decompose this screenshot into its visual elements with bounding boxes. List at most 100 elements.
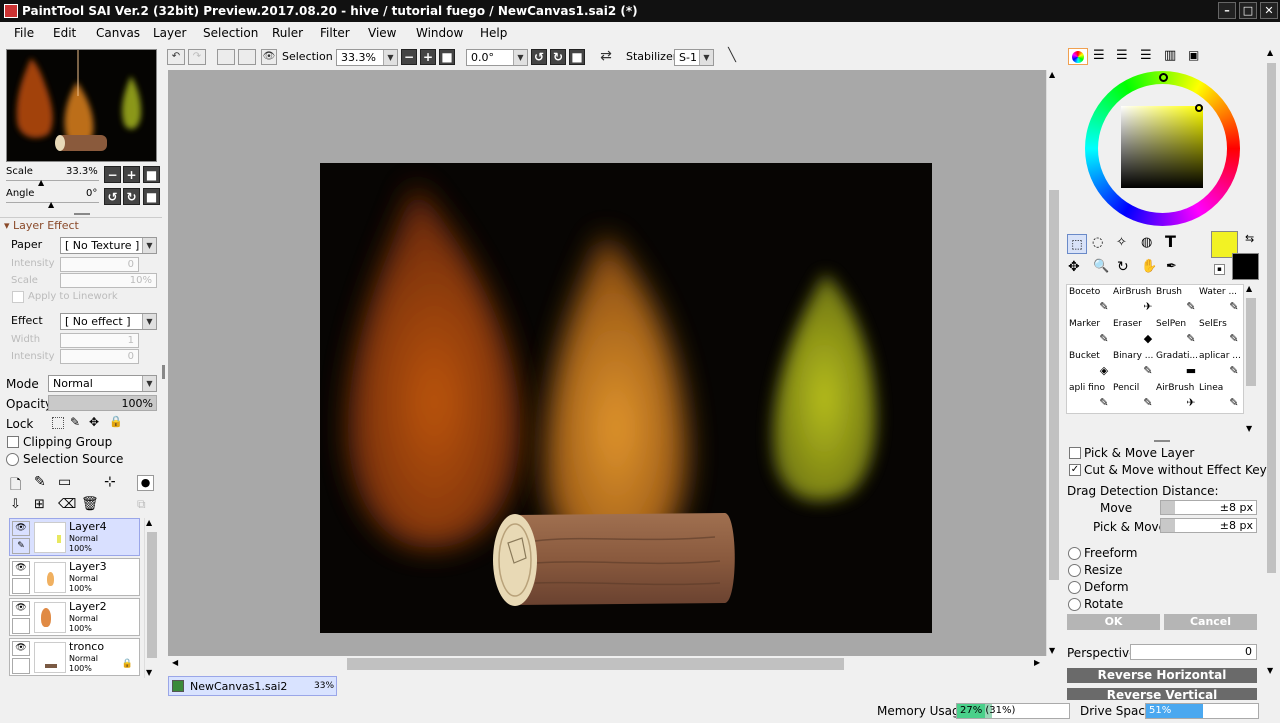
hand-tool-icon[interactable]: ✋: [1141, 259, 1157, 274]
scroll-thumb[interactable]: [1049, 190, 1059, 580]
selection-source-radio[interactable]: [6, 453, 19, 466]
pencil-slot[interactable]: [12, 578, 30, 594]
layer-row[interactable]: 👁 ✎ Layer4 Normal 100%: [9, 518, 140, 556]
undo-icon[interactable]: ↶: [167, 49, 185, 65]
tool-slot[interactable]: SelErs ✎: [1199, 319, 1246, 349]
tool-slot[interactable]: Linea ✎: [1199, 383, 1246, 413]
zoom-reset-button[interactable]: ■: [439, 49, 455, 65]
menu-ruler[interactable]: Ruler: [272, 26, 303, 40]
scroll-down-icon[interactable]: ▼: [1049, 646, 1055, 655]
document-tab[interactable]: NewCanvas1.sai2 33%: [168, 676, 337, 696]
tool-slot[interactable]: Bucket ◈: [1069, 351, 1116, 381]
secondary-color-swatch[interactable]: [1232, 253, 1259, 280]
menu-view[interactable]: View: [368, 26, 396, 40]
rotate-cw-button[interactable]: ↻: [550, 49, 566, 65]
eyedropper-icon[interactable]: ✒: [1166, 259, 1177, 274]
scroll-thumb[interactable]: [1267, 63, 1276, 573]
eye-icon[interactable]: 👁: [12, 601, 30, 616]
lock-paint-icon[interactable]: ✎: [70, 415, 80, 429]
scroll-down-icon[interactable]: ▼: [1246, 424, 1252, 433]
tool-slot[interactable]: Water ... ✎: [1199, 287, 1246, 317]
scroll-up-icon[interactable]: ▲: [146, 518, 152, 527]
text-tool-icon[interactable]: T: [1165, 232, 1176, 251]
trash-icon[interactable]: 🗑: [81, 496, 99, 512]
shape-select-icon[interactable]: ◍: [1141, 235, 1152, 250]
layer-move-icon[interactable]: ⊹: [104, 474, 116, 490]
crop-icon[interactable]: [238, 49, 256, 65]
effect-intensity-field[interactable]: 0: [60, 349, 139, 364]
line-tool-icon[interactable]: ╲: [723, 49, 741, 65]
layer-row[interactable]: 👁 Layer2 Normal 100%: [9, 598, 140, 636]
scale-reset-button[interactable]: ■: [143, 166, 160, 183]
menu-layer[interactable]: Layer: [153, 26, 186, 40]
cut-move-checkbox[interactable]: ✓: [1069, 464, 1081, 476]
rotate-radio[interactable]: [1068, 598, 1081, 611]
rgb-slider-tab[interactable]: ☰: [1093, 48, 1105, 63]
scroll-right-icon[interactable]: ▶: [1034, 658, 1040, 667]
menu-window[interactable]: Window: [416, 26, 463, 40]
tool-slot[interactable]: Binary ... ✎: [1113, 351, 1160, 381]
pick-move-layer-checkbox[interactable]: [1069, 447, 1081, 459]
right-panel-scrollbar[interactable]: ▲ ▼: [1265, 48, 1278, 678]
canvas-artwork[interactable]: [320, 163, 932, 633]
move-tool-icon[interactable]: ✥: [1068, 259, 1080, 275]
deform-radio[interactable]: [1068, 581, 1081, 594]
scroll-up-icon[interactable]: ▲: [1246, 284, 1252, 293]
hue-handle[interactable]: [1159, 73, 1168, 82]
navigator-preview[interactable]: [6, 49, 157, 162]
rotate-tool-icon[interactable]: ↻: [1117, 259, 1129, 275]
scale-slider-handle[interactable]: ▲: [38, 178, 44, 187]
freeform-radio[interactable]: [1068, 547, 1081, 560]
selection-visibility-icon[interactable]: 👁: [261, 49, 277, 65]
width-field[interactable]: 1: [60, 333, 139, 348]
tool-slot[interactable]: AirBrush ✈: [1113, 287, 1160, 317]
eye-icon[interactable]: 👁: [12, 641, 30, 656]
tool-slot[interactable]: Pencil ✎: [1113, 383, 1160, 413]
effect-select[interactable]: [ No effect ] ▼: [60, 313, 157, 330]
new-layer-icon[interactable]: 🗋: [10, 474, 21, 498]
lock-all-icon[interactable]: 🔒: [109, 415, 123, 428]
color-wheel-tab[interactable]: [1068, 48, 1088, 65]
rotate-reset-button[interactable]: ■: [569, 49, 585, 65]
scroll-down-icon[interactable]: ▼: [146, 668, 152, 677]
scroll-thumb[interactable]: [1246, 298, 1256, 386]
panel-splitter[interactable]: [162, 365, 165, 379]
layer-list-scrollbar[interactable]: ▲ ▼: [144, 518, 158, 678]
menu-canvas[interactable]: Canvas: [96, 26, 140, 40]
perspective-field[interactable]: 0: [1130, 644, 1257, 660]
tool-slot[interactable]: Gradati... ▬: [1156, 351, 1203, 381]
saturation-value-square[interactable]: [1121, 104, 1203, 188]
move-distance-slider[interactable]: ±8 px: [1160, 500, 1257, 515]
scale-minus-button[interactable]: −: [104, 166, 121, 183]
canvas-horizontal-scrollbar[interactable]: ◀ ▶: [168, 656, 1046, 672]
pencil-slot[interactable]: [12, 618, 30, 634]
stabilizer-select[interactable]: S-1 ▼: [674, 49, 714, 66]
reset-colors-icon[interactable]: ▪: [1214, 264, 1225, 275]
cancel-button[interactable]: Cancel: [1164, 614, 1257, 630]
rotate-left-button[interactable]: ↺: [104, 188, 121, 205]
scratchpad-tab[interactable]: ▣: [1188, 48, 1199, 62]
zoom-in-button[interactable]: +: [420, 49, 436, 65]
deselect-icon[interactable]: [217, 49, 235, 65]
lock-transparency-icon[interactable]: [52, 417, 64, 429]
tool-slot[interactable]: apli fino ✎: [1069, 383, 1116, 413]
pick-move-distance-slider[interactable]: ±8 px: [1160, 518, 1257, 533]
menu-edit[interactable]: Edit: [53, 26, 76, 40]
menu-filter[interactable]: Filter: [320, 26, 350, 40]
redo-icon[interactable]: ↷: [188, 49, 206, 65]
reverse-horizontal-button[interactable]: Reverse Horizontal: [1067, 668, 1257, 683]
resize-radio[interactable]: [1068, 564, 1081, 577]
new-linework-layer-icon[interactable]: ✎: [34, 474, 46, 490]
scale-plus-button[interactable]: +: [123, 166, 140, 183]
layer-effect-header[interactable]: ▾ Layer Effect: [4, 219, 79, 232]
new-folder-icon[interactable]: ▭: [58, 474, 71, 490]
tool-slot[interactable]: Brush ✎: [1156, 287, 1203, 317]
layer-row[interactable]: 👁 Layer3 Normal 100%: [9, 558, 140, 596]
rotate-right-button[interactable]: ↻: [123, 188, 140, 205]
scroll-up-icon[interactable]: ▲: [1049, 70, 1055, 79]
magic-wand-icon[interactable]: ✧: [1116, 235, 1127, 250]
tool-slot[interactable]: aplicar ... ✎: [1199, 351, 1246, 381]
scale-slider[interactable]: [6, 180, 99, 181]
layer-row[interactable]: 👁 tronco Normal 100% 🔒: [9, 638, 140, 676]
blend-mode-select[interactable]: Normal ▼: [48, 375, 157, 392]
